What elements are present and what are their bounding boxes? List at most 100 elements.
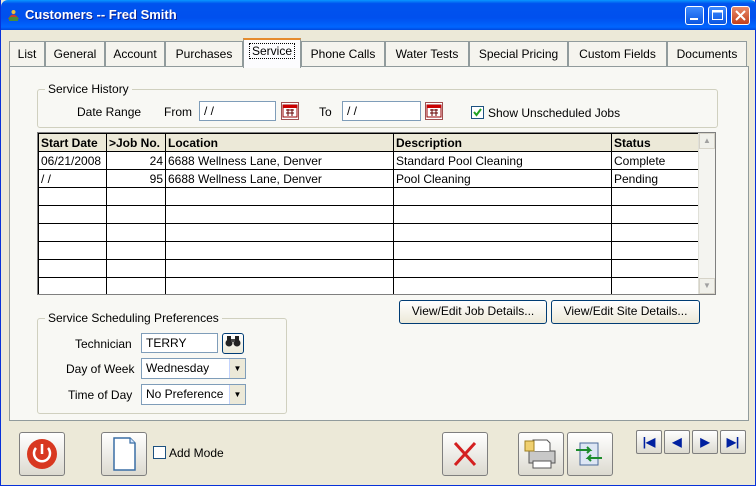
bottom-toolbar: Add Mode |◀ ◀ ▶ ▶| [9, 428, 749, 482]
app-icon [8, 10, 19, 21]
next-icon: ▶ [700, 435, 710, 449]
time-of-day-select[interactable]: No Preference ▼ [141, 384, 246, 405]
up-arrow-icon: ▲ [703, 136, 711, 145]
technician-label: Technician [75, 337, 132, 351]
empty-row[interactable] [38, 277, 701, 294]
tab-documents[interactable]: Documents [667, 41, 747, 67]
previous-icon: ◀ [672, 435, 682, 449]
title-bar[interactable]: Customers -- Fred Smith [1, 0, 756, 30]
from-label: From [164, 105, 192, 119]
empty-row[interactable] [38, 187, 701, 206]
from-calendar-button[interactable] [281, 102, 299, 120]
grid-vertical-scrollbar[interactable]: ▲ ▼ [698, 133, 715, 294]
maximize-button[interactable] [708, 6, 727, 25]
add-mode-label: Add Mode [169, 446, 224, 460]
customers-window: Customers -- Fred Smith List General Acc… [0, 0, 756, 486]
chevron-down-icon[interactable]: ▼ [229, 385, 245, 404]
chevron-down-icon[interactable]: ▼ [229, 359, 245, 378]
service-history-grid[interactable]: Start Date >Job No. Location Description… [37, 132, 716, 295]
delete-x-icon [453, 441, 477, 467]
printer-icon [524, 439, 556, 469]
col-description[interactable]: Description [393, 133, 612, 152]
next-record-button[interactable]: ▶ [692, 430, 718, 454]
document-icon [113, 437, 136, 471]
cell-job-no: 95 [106, 169, 166, 188]
to-date-input[interactable]: / / [342, 101, 421, 121]
tab-service[interactable]: Service [243, 38, 301, 68]
tab-list[interactable]: List [9, 41, 45, 67]
last-record-button[interactable]: ▶| [720, 430, 746, 454]
technician-lookup-button[interactable] [222, 333, 244, 354]
scheduling-preferences-legend: Service Scheduling Preferences [48, 311, 219, 325]
to-calendar-button[interactable] [425, 102, 443, 120]
first-record-button[interactable]: |◀ [636, 430, 662, 454]
cell-status: Pending [611, 169, 701, 188]
day-of-week-select[interactable]: Wednesday ▼ [141, 358, 246, 379]
day-of-week-label: Day of Week [66, 362, 135, 376]
col-start-date[interactable]: Start Date [38, 133, 107, 152]
tab-general[interactable]: General [45, 41, 105, 67]
minimize-icon [690, 18, 698, 20]
close-icon [735, 10, 746, 21]
calendar-icon [426, 104, 442, 118]
service-history-legend: Service History [48, 82, 129, 96]
day-of-week-value: Wednesday [146, 361, 210, 375]
cell-start-date: 06/21/2008 [38, 151, 107, 170]
history-table: Start Date >Job No. Location Description… [38, 133, 701, 294]
col-job-no[interactable]: >Job No. [106, 133, 166, 152]
date-range-label: Date Range [77, 105, 142, 119]
last-icon: ▶| [726, 435, 740, 449]
table-row[interactable]: / / 95 6688 Wellness Lane, Denver Pool C… [38, 169, 701, 188]
show-unscheduled-label: Show Unscheduled Jobs [488, 106, 621, 120]
empty-row[interactable] [38, 241, 701, 260]
window-title: Customers -- Fred Smith [25, 7, 177, 22]
transfer-button[interactable] [567, 432, 613, 476]
technician-input[interactable]: TERRY [141, 333, 218, 353]
view-edit-job-button[interactable]: View/Edit Job Details... [399, 300, 547, 324]
show-unscheduled-checkbox[interactable] [471, 106, 484, 119]
add-mode-checkbox[interactable] [153, 446, 166, 459]
tab-special-pricing[interactable]: Special Pricing [469, 41, 568, 67]
header-row: Start Date >Job No. Location Description… [38, 133, 701, 152]
tab-account[interactable]: Account [105, 41, 165, 67]
close-button[interactable] [731, 6, 750, 25]
cell-status: Complete [611, 151, 701, 170]
empty-row[interactable] [38, 205, 701, 224]
maximize-icon [712, 10, 723, 20]
to-label: To [319, 105, 332, 119]
minimize-button[interactable] [685, 6, 704, 25]
scroll-down-button[interactable]: ▼ [699, 278, 715, 294]
empty-row[interactable] [38, 259, 701, 278]
checkmark-icon [473, 108, 482, 117]
calendar-icon [282, 104, 298, 118]
col-status[interactable]: Status [611, 133, 701, 152]
cell-start-date: / / [38, 169, 107, 188]
tab-phone-calls[interactable]: Phone Calls [301, 41, 385, 67]
time-of-day-label: Time of Day [68, 388, 133, 402]
cell-location: 6688 Wellness Lane, Denver [165, 169, 394, 188]
scroll-up-button[interactable]: ▲ [699, 133, 715, 149]
power-icon [27, 439, 57, 469]
print-button[interactable] [518, 432, 564, 476]
tab-custom-fields[interactable]: Custom Fields [568, 41, 667, 67]
exit-button[interactable] [19, 432, 65, 476]
cell-location: 6688 Wellness Lane, Denver [165, 151, 394, 170]
cell-job-no: 24 [106, 151, 166, 170]
tab-water-tests[interactable]: Water Tests [385, 41, 469, 67]
view-edit-site-button[interactable]: View/Edit Site Details... [551, 300, 700, 324]
time-of-day-value: No Preference [146, 387, 224, 401]
transfer-icon [576, 442, 602, 466]
binoculars-icon [225, 336, 241, 347]
table-row[interactable]: 06/21/2008 24 6688 Wellness Lane, Denver… [38, 151, 701, 170]
new-record-button[interactable] [101, 432, 147, 476]
cell-description: Pool Cleaning [393, 169, 612, 188]
tab-purchases[interactable]: Purchases [165, 41, 243, 67]
down-arrow-icon: ▼ [703, 281, 711, 290]
first-icon: |◀ [642, 435, 656, 449]
col-location[interactable]: Location [165, 133, 394, 152]
empty-row[interactable] [38, 223, 701, 242]
previous-record-button[interactable]: ◀ [664, 430, 690, 454]
cell-description: Standard Pool Cleaning [393, 151, 612, 170]
from-date-input[interactable]: / / [199, 101, 276, 121]
delete-button[interactable] [442, 432, 488, 476]
